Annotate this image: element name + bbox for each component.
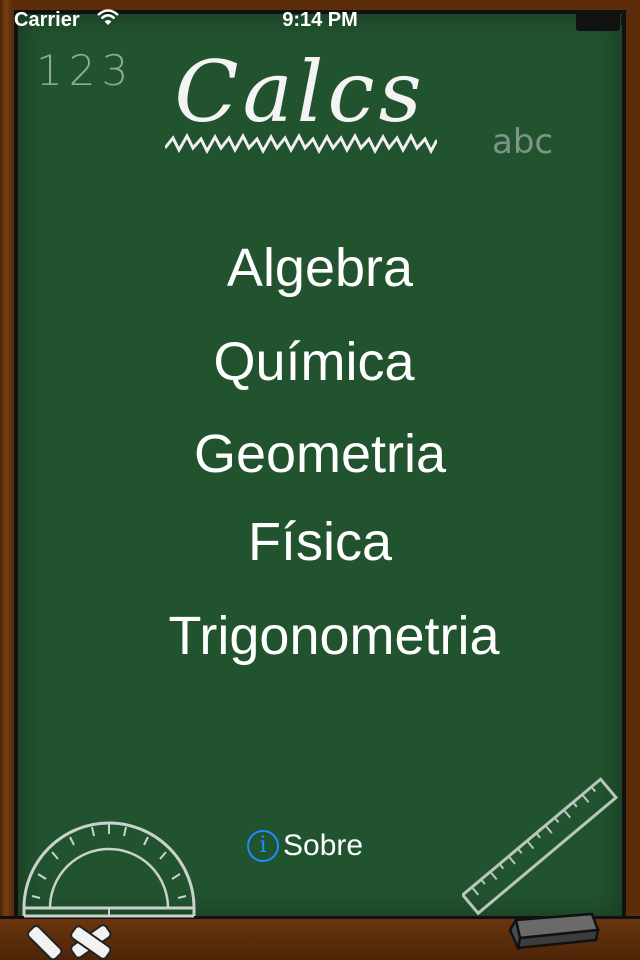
eraser-icon — [508, 912, 600, 950]
status-time: 9:14 PM — [282, 9, 358, 31]
app-screen: Carrier 9:14 PM 123 abc Calcs Algebra Qu… — [0, 0, 640, 960]
battery-icon — [576, 11, 624, 31]
about-button[interactable]: i Sobre — [247, 828, 363, 864]
menu-item-quimica[interactable]: Química — [0, 332, 634, 392]
status-bar: Carrier 9:14 PM — [0, 0, 640, 40]
menu-item-fisica[interactable]: Física — [0, 512, 640, 572]
app-title: Calcs — [174, 43, 426, 141]
chalk-pieces-icon — [26, 924, 112, 960]
chalk-numbers: 123 — [36, 46, 135, 95]
menu-item-geometria[interactable]: Geometria — [0, 424, 640, 484]
about-label: Sobre — [283, 829, 364, 862]
chalk-squiggle — [165, 132, 437, 155]
menu-item-trigonometria[interactable]: Trigonometria — [14, 606, 640, 666]
info-icon: i — [247, 830, 279, 862]
menu-item-algebra[interactable]: Algebra — [0, 238, 640, 298]
chalk-letters: abc — [492, 122, 554, 162]
protractor-icon — [22, 821, 196, 918]
ruler-icon — [462, 777, 618, 916]
